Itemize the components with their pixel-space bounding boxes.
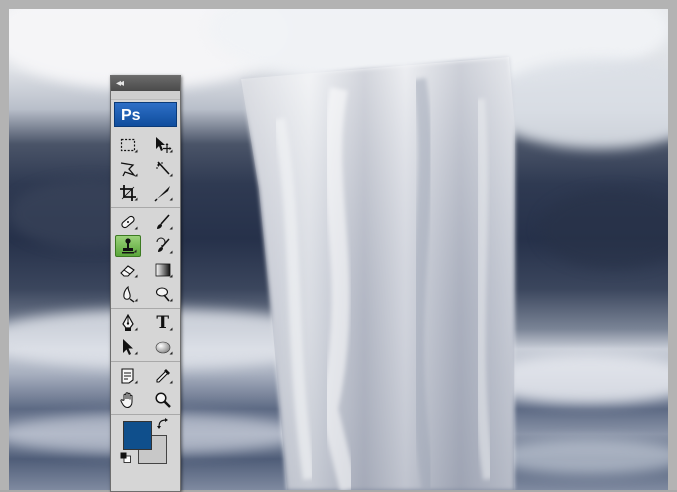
gradient-tool[interactable] [150,259,176,281]
gradient-icon [155,263,171,277]
type-tool[interactable]: T [150,312,176,334]
photoshop-logo-button[interactable]: Ps [114,102,177,127]
blur-icon [123,285,135,303]
tool-row [111,133,180,157]
move-icon [155,137,172,153]
slice-tool[interactable] [150,182,176,204]
foreground-color-swatch[interactable] [123,421,152,450]
crop-icon [120,185,137,201]
tool-row [111,364,180,388]
cloud-waterfall-layer [241,57,515,490]
healing-brush-tool[interactable] [115,211,141,233]
tool-row [111,157,180,181]
tool-row [111,388,180,412]
clone-stamp-icon [122,238,135,254]
collapse-button[interactable]: ◂◂ [116,77,124,90]
palette-title-bar[interactable]: ◂◂ [111,76,180,91]
notes-icon [121,368,134,384]
path-selection-tool[interactable] [115,336,141,358]
healing-brush-icon [121,215,135,229]
slice-icon [154,186,170,202]
brush-tool[interactable] [150,211,176,233]
crop-tool[interactable] [115,182,141,204]
eyedropper-tool[interactable] [150,365,176,387]
zoom-icon [155,392,171,408]
tool-row [111,181,180,205]
notes-tool[interactable] [115,365,141,387]
pen-tool[interactable] [115,312,141,334]
magic-wand-icon [155,161,170,175]
type-icon: T [156,313,170,333]
pen-icon [122,314,134,331]
document-window-frame [0,0,677,490]
tool-row [111,335,180,359]
clone-stamp-tool[interactable] [115,235,142,257]
document-canvas[interactable] [9,9,668,490]
history-brush-tool[interactable] [150,235,176,257]
polygonal-lasso-icon [121,162,137,177]
utility-tools-group [111,362,180,415]
rectangular-marquee-icon [121,138,136,152]
ellipse-shape-tool[interactable] [150,336,176,358]
history-brush-icon [156,237,170,252]
tools-palette: ◂◂ Ps T [110,75,181,492]
eyedropper-icon [156,369,170,383]
swap-colors-icon[interactable] [157,418,169,430]
polygonal-lasso-tool[interactable] [115,158,141,180]
palette-grip[interactable] [111,91,180,100]
tool-row [111,210,180,234]
zoom-tool[interactable] [150,389,176,411]
rectangular-marquee-tool[interactable] [115,134,141,156]
retouch-tools-group [111,208,180,309]
tool-row: T [111,311,180,335]
color-swatches [111,415,180,485]
ellipse-shape-icon [155,341,171,354]
default-colors-icon[interactable] [120,452,131,463]
move-tool[interactable] [150,134,176,156]
hand-icon [120,392,133,409]
path-selection-icon [123,339,134,355]
eraser-icon [120,265,136,277]
dodge-icon [155,287,170,302]
tool-row [111,282,180,306]
brush-icon [156,214,170,229]
selection-tools-group [111,131,180,208]
hand-tool[interactable] [115,389,141,411]
dodge-tool[interactable] [150,283,176,305]
eraser-tool[interactable] [115,259,141,281]
tool-row [111,234,180,258]
vector-tools-group: T [111,309,180,362]
tool-row [111,258,180,282]
blur-tool[interactable] [115,283,141,305]
magic-wand-tool[interactable] [150,158,176,180]
